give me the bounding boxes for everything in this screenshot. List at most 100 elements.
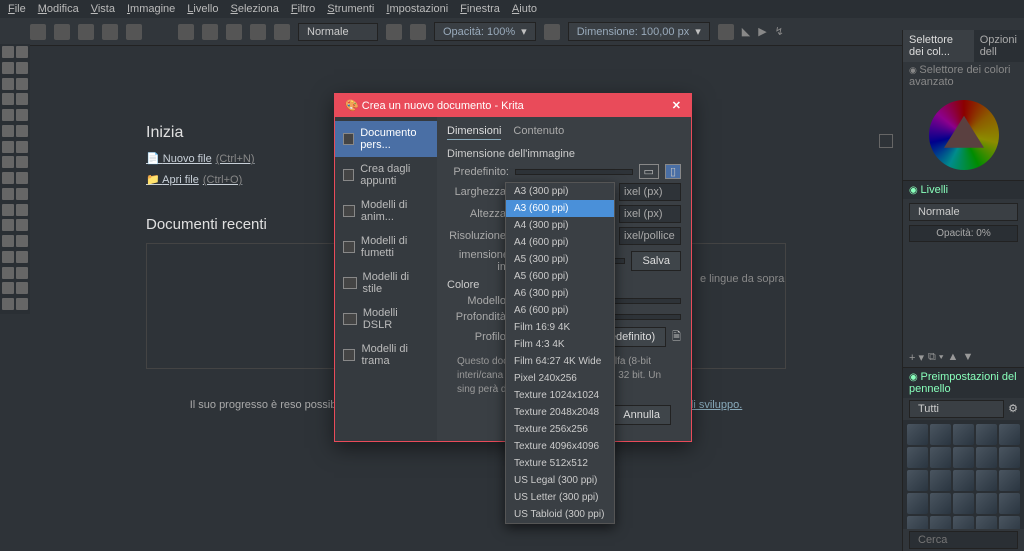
- new-doc-icon[interactable]: [30, 24, 46, 40]
- layer-opacity[interactable]: Opacità: 0%: [909, 225, 1018, 242]
- tool-15[interactable]: [16, 156, 28, 168]
- sidebar-item-5[interactable]: Modelli DSLR: [335, 301, 437, 337]
- sidebar-item-1[interactable]: Crea dagli appunti: [335, 157, 437, 193]
- gradient-icon[interactable]: [178, 24, 194, 40]
- layer-blend-select[interactable]: Normale: [909, 203, 1018, 221]
- tool-17[interactable]: [16, 172, 28, 184]
- orient-landscape-icon[interactable]: ▭: [639, 164, 659, 179]
- preset-option[interactable]: US Legal (300 ppi): [506, 472, 614, 489]
- tab-content[interactable]: Contenuto: [513, 125, 564, 140]
- undo-icon[interactable]: [102, 24, 118, 40]
- preset-option[interactable]: Texture 256x256: [506, 421, 614, 438]
- brush-preset-10[interactable]: [907, 470, 928, 491]
- move-down-icon[interactable]: ▼: [962, 351, 973, 364]
- brush-preset-24[interactable]: [999, 516, 1020, 530]
- tool-7[interactable]: [16, 93, 28, 105]
- preset-option[interactable]: US Tabloid (300 ppi): [506, 506, 614, 523]
- preset-option[interactable]: A6 (300 ppi): [506, 285, 614, 302]
- tool-11[interactable]: [16, 125, 28, 137]
- save-preset-button[interactable]: Salva: [631, 251, 681, 271]
- brush-preset-21[interactable]: [930, 516, 951, 530]
- brush-preset-8[interactable]: [976, 447, 997, 468]
- tool-23[interactable]: [16, 219, 28, 231]
- preset-option[interactable]: Pixel 240x256: [506, 370, 614, 387]
- tool-29[interactable]: [16, 267, 28, 279]
- preset-option[interactable]: A6 (600 ppi): [506, 302, 614, 319]
- tool-32[interactable]: [2, 298, 14, 310]
- opacity-pressure-icon[interactable]: [544, 24, 560, 40]
- brush-preset-14[interactable]: [999, 470, 1020, 491]
- close-icon[interactable]: ✕: [672, 99, 681, 112]
- tool-25[interactable]: [16, 235, 28, 247]
- tool-4[interactable]: [2, 78, 14, 90]
- preset-option[interactable]: A3 (300 ppi): [506, 183, 614, 200]
- brush-tag-select[interactable]: Tutti: [909, 400, 1004, 418]
- tool-31[interactable]: [16, 282, 28, 294]
- brush-search[interactable]: [909, 531, 1018, 549]
- menu-seleziona[interactable]: Seleziona: [231, 3, 279, 15]
- dup-layer-icon[interactable]: ⧉ ▾: [928, 351, 944, 364]
- tab-dimensions[interactable]: Dimensioni: [447, 125, 501, 140]
- brush-preset-5[interactable]: [907, 447, 928, 468]
- brush-preset-22[interactable]: [953, 516, 974, 530]
- brush-preset-9[interactable]: [999, 447, 1020, 468]
- menu-strumenti[interactable]: Strumenti: [327, 3, 374, 15]
- tool-33[interactable]: [16, 298, 28, 310]
- opacity-slider[interactable]: Opacità: 100%▾: [434, 22, 536, 41]
- brush-size-slider[interactable]: Dimensione: 100,00 px▾: [568, 22, 710, 41]
- brush-presets-header[interactable]: ◉ Preimpostazioni del pennello: [903, 367, 1024, 398]
- tool-0[interactable]: [2, 46, 14, 58]
- tool-26[interactable]: [2, 251, 14, 263]
- open-doc-icon[interactable]: [54, 24, 70, 40]
- brush-preset-20[interactable]: [907, 516, 928, 530]
- menu-vista[interactable]: Vista: [91, 3, 115, 15]
- preset-option[interactable]: A5 (300 ppi): [506, 251, 614, 268]
- cancel-button[interactable]: Annulla: [612, 405, 671, 425]
- pattern-icon[interactable]: [202, 24, 218, 40]
- preset-option[interactable]: A4 (600 ppi): [506, 234, 614, 251]
- brush-preset-6[interactable]: [930, 447, 951, 468]
- tool-16[interactable]: [2, 172, 14, 184]
- tool-9[interactable]: [16, 109, 28, 121]
- mirror-h-icon[interactable]: ◣: [742, 25, 750, 38]
- preset-option[interactable]: Texture 4096x4096: [506, 438, 614, 455]
- brush-preset-18[interactable]: [976, 493, 997, 514]
- blend-mode-select[interactable]: Normale: [298, 23, 378, 41]
- tool-19[interactable]: [16, 188, 28, 200]
- tool-1[interactable]: [16, 46, 28, 58]
- brush-preset-16[interactable]: [930, 493, 951, 514]
- tool-14[interactable]: [2, 156, 14, 168]
- brush-preset-0[interactable]: [907, 424, 928, 445]
- layers-panel-header[interactable]: ◉ Livelli: [903, 180, 1024, 199]
- sidebar-item-6[interactable]: Modelli di trama: [335, 337, 437, 373]
- menu-modifica[interactable]: Modifica: [38, 3, 79, 15]
- brush-icon[interactable]: [250, 24, 266, 40]
- profile-info-icon[interactable]: 🗎: [672, 328, 681, 347]
- preset-option[interactable]: A4 (300 ppi): [506, 217, 614, 234]
- tool-20[interactable]: [2, 204, 14, 216]
- tool-24[interactable]: [2, 235, 14, 247]
- menu-finestra[interactable]: Finestra: [460, 3, 500, 15]
- grid-icon[interactable]: [274, 24, 290, 40]
- preset-option[interactable]: A3 (600 ppi): [506, 200, 614, 217]
- move-up-icon[interactable]: ▲: [948, 351, 959, 364]
- menu-livello[interactable]: Livello: [187, 3, 218, 15]
- tool-30[interactable]: [2, 282, 14, 294]
- brush-preset-7[interactable]: [953, 447, 974, 468]
- preset-option[interactable]: Film 16:9 4K: [506, 319, 614, 336]
- tool-27[interactable]: [16, 251, 28, 263]
- brush-preset-19[interactable]: [999, 493, 1020, 514]
- preset-option[interactable]: Texture 1024x1024: [506, 387, 614, 404]
- add-layer-icon[interactable]: + ▾: [909, 351, 924, 364]
- tool-13[interactable]: [16, 141, 28, 153]
- sidebar-item-4[interactable]: Modelli di stile: [335, 265, 437, 301]
- mirror-v-icon[interactable]: ▶: [758, 25, 766, 38]
- tool-8[interactable]: [2, 109, 14, 121]
- brush-preset-12[interactable]: [953, 470, 974, 491]
- preset-option[interactable]: Film 64:27 4K Wide: [506, 353, 614, 370]
- tab-color-selector[interactable]: Selettore dei col...: [903, 30, 974, 62]
- preset-option[interactable]: US Letter (300 ppi): [506, 489, 614, 506]
- brush-preset-4[interactable]: [999, 424, 1020, 445]
- tool-5[interactable]: [16, 78, 28, 90]
- preset-option[interactable]: Texture 512x512: [506, 455, 614, 472]
